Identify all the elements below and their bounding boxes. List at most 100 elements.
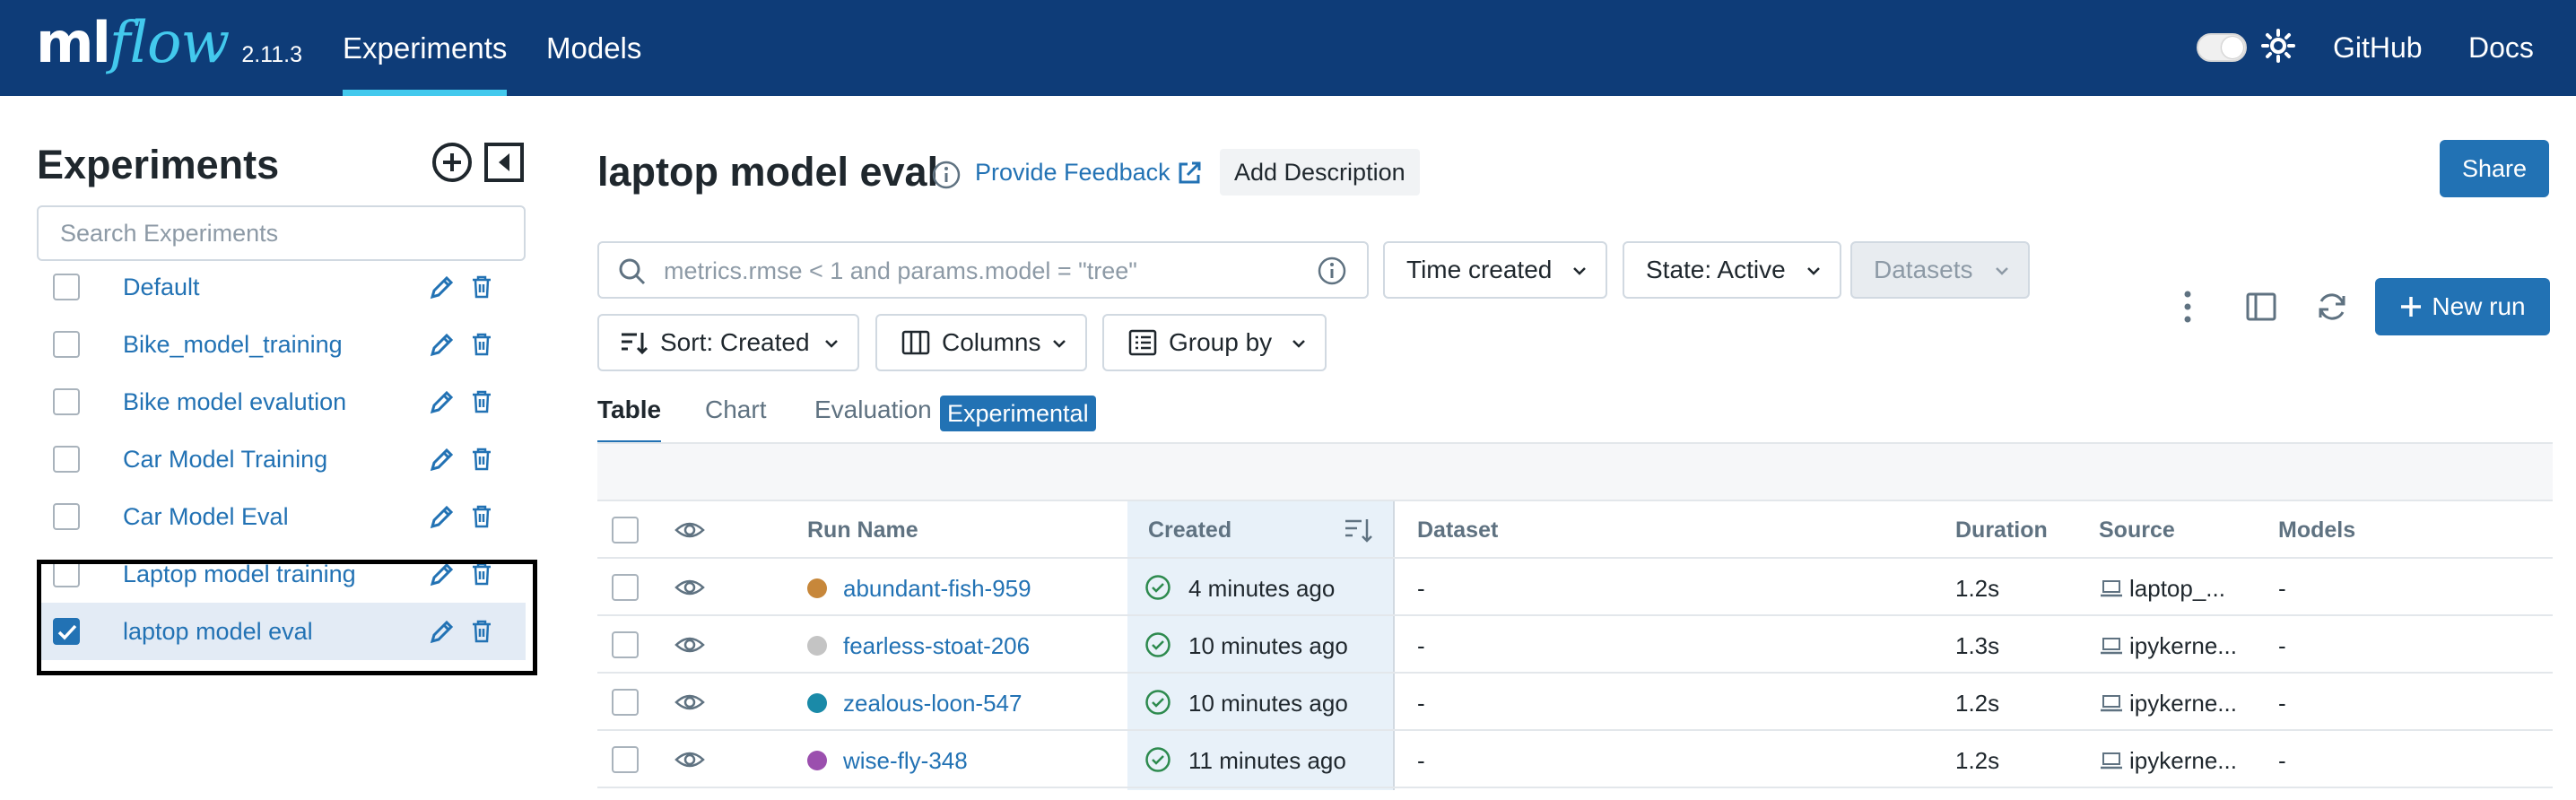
trash-icon[interactable] [471,448,492,471]
tab-table[interactable]: Table [597,396,662,445]
nav-github[interactable]: GitHub [2333,0,2423,96]
trash-icon[interactable] [471,390,492,413]
run-source[interactable]: ipykerne... [2129,747,2237,775]
run-color-dot[interactable] [807,751,827,770]
experiment-name[interactable]: Bike_model_training [123,331,343,359]
add-experiment-icon[interactable] [431,141,474,184]
edit-icon[interactable] [429,388,456,415]
column-header-source[interactable]: Source [2099,517,2175,543]
share-button[interactable]: Share [2440,140,2549,197]
experiment-checkbox[interactable] [53,561,80,587]
experiment-item-laptop-model-eval[interactable]: laptop model eval [37,603,526,660]
edit-icon[interactable] [429,274,456,300]
columns-dropdown[interactable]: Columns [875,314,1087,371]
trash-icon[interactable] [471,275,492,299]
eye-icon[interactable] [674,747,705,772]
column-header-duration[interactable]: Duration [1955,517,2048,543]
external-link-icon[interactable] [1176,160,1203,187]
group-by-dropdown[interactable]: Group by [1102,314,1327,371]
run-models: - [2278,632,2286,659]
info-icon[interactable] [931,160,962,190]
run-name-link[interactable]: zealous-loon-547 [843,690,1022,717]
run-source[interactable]: laptop_... [2129,575,2225,603]
experiment-checkbox[interactable] [53,331,80,358]
run-source[interactable]: ipykerne... [2129,690,2237,717]
provide-feedback-link[interactable]: Provide Feedback [975,159,1171,187]
add-description-button[interactable]: Add Description [1220,149,1420,196]
experiment-name[interactable]: Car Model Eval [123,503,289,531]
experiment-name[interactable]: laptop model eval [123,618,313,646]
mlflow-logo[interactable]: ml flow 2.11.3 [36,7,302,79]
column-header-created[interactable]: Created [1148,517,1231,543]
row-checkbox[interactable] [612,631,639,658]
experiment-search-input[interactable] [37,205,526,261]
datasets-dropdown[interactable]: Datasets [1850,241,2030,299]
tab-evaluation[interactable]: Evaluation [814,396,932,424]
table-row[interactable]: abundant-fish-959 4 minutes ago - 1.2s l… [597,559,2553,616]
table-row[interactable]: zealous-loon-547 10 minutes ago - 1.2s i… [597,674,2553,731]
state-dropdown[interactable]: State: Active [1623,241,1841,299]
row-checkbox[interactable] [612,746,639,773]
nav-experiments[interactable]: Experiments [343,0,508,96]
eye-icon[interactable] [674,575,705,600]
collapse-sidebar-icon[interactable] [483,141,526,184]
edit-icon[interactable] [429,503,456,530]
run-color-dot[interactable] [807,578,827,598]
theme-toggle[interactable] [2197,33,2247,62]
experiment-name[interactable]: Laptop model training [123,561,356,588]
run-color-dot[interactable] [807,636,827,656]
column-header-dataset[interactable]: Dataset [1417,517,1498,543]
experiment-item-laptop-model-training[interactable]: Laptop model training [37,545,526,603]
trash-icon[interactable] [471,505,492,528]
experiment-checkbox[interactable] [53,274,80,300]
tab-chart[interactable]: Chart [705,396,766,424]
experiment-item-bike-model-evalution[interactable]: Bike model evalution [37,373,526,430]
time-created-dropdown[interactable]: Time created [1383,241,1607,299]
side-panel-icon[interactable] [2243,289,2279,325]
info-icon[interactable] [1317,256,1347,286]
sort-descending-icon[interactable] [1344,516,1374,544]
run-name-link[interactable]: abundant-fish-959 [843,575,1031,603]
refresh-icon[interactable] [2314,289,2350,325]
table-row[interactable]: fearless-stoat-206 10 minutes ago - 1.3s… [597,616,2553,674]
sort-dropdown[interactable]: Sort: Created [597,314,859,371]
column-header-models[interactable]: Models [2278,517,2355,543]
sun-icon[interactable] [2260,28,2296,64]
run-source[interactable]: ipykerne... [2129,632,2237,660]
experiment-checkbox[interactable] [53,446,80,473]
run-search-box[interactable] [597,241,1369,299]
experiment-checkbox[interactable] [53,388,80,415]
eye-icon[interactable] [674,632,705,657]
nav-models[interactable]: Models [546,0,641,96]
new-run-button[interactable]: New run [2375,278,2550,335]
edit-icon[interactable] [429,618,456,645]
experiment-name[interactable]: Bike model evalution [123,388,346,416]
edit-icon[interactable] [429,561,456,587]
run-color-dot[interactable] [807,693,827,713]
trash-icon[interactable] [471,562,492,586]
experiment-item-bike-model-training[interactable]: Bike_model_training [37,316,526,373]
experiment-item-car-model-training[interactable]: Car Model Training [37,430,526,488]
trash-icon[interactable] [471,620,492,643]
edit-icon[interactable] [429,331,456,358]
experiment-item-car-model-eval[interactable]: Car Model Eval [37,488,526,545]
trash-icon[interactable] [471,333,492,356]
experiment-item-default[interactable]: Default [37,258,526,316]
eye-icon[interactable] [674,517,705,543]
row-checkbox[interactable] [612,689,639,716]
nav-docs[interactable]: Docs [2468,0,2534,96]
select-all-checkbox[interactable] [612,517,639,543]
row-checkbox[interactable] [612,574,639,601]
eye-icon[interactable] [674,690,705,715]
experiment-name[interactable]: Default [123,274,200,301]
run-name-link[interactable]: fearless-stoat-206 [843,632,1030,660]
experiment-name[interactable]: Car Model Training [123,446,327,474]
experiment-checkbox-checked[interactable] [53,618,80,645]
more-options-icon[interactable] [2174,287,2201,326]
run-search-input[interactable] [664,254,1274,288]
table-row[interactable]: wise-fly-348 11 minutes ago - 1.2s ipyke… [597,731,2553,788]
experiment-checkbox[interactable] [53,503,80,530]
column-header-run-name[interactable]: Run Name [807,517,918,543]
edit-icon[interactable] [429,446,456,473]
run-name-link[interactable]: wise-fly-348 [843,747,968,775]
